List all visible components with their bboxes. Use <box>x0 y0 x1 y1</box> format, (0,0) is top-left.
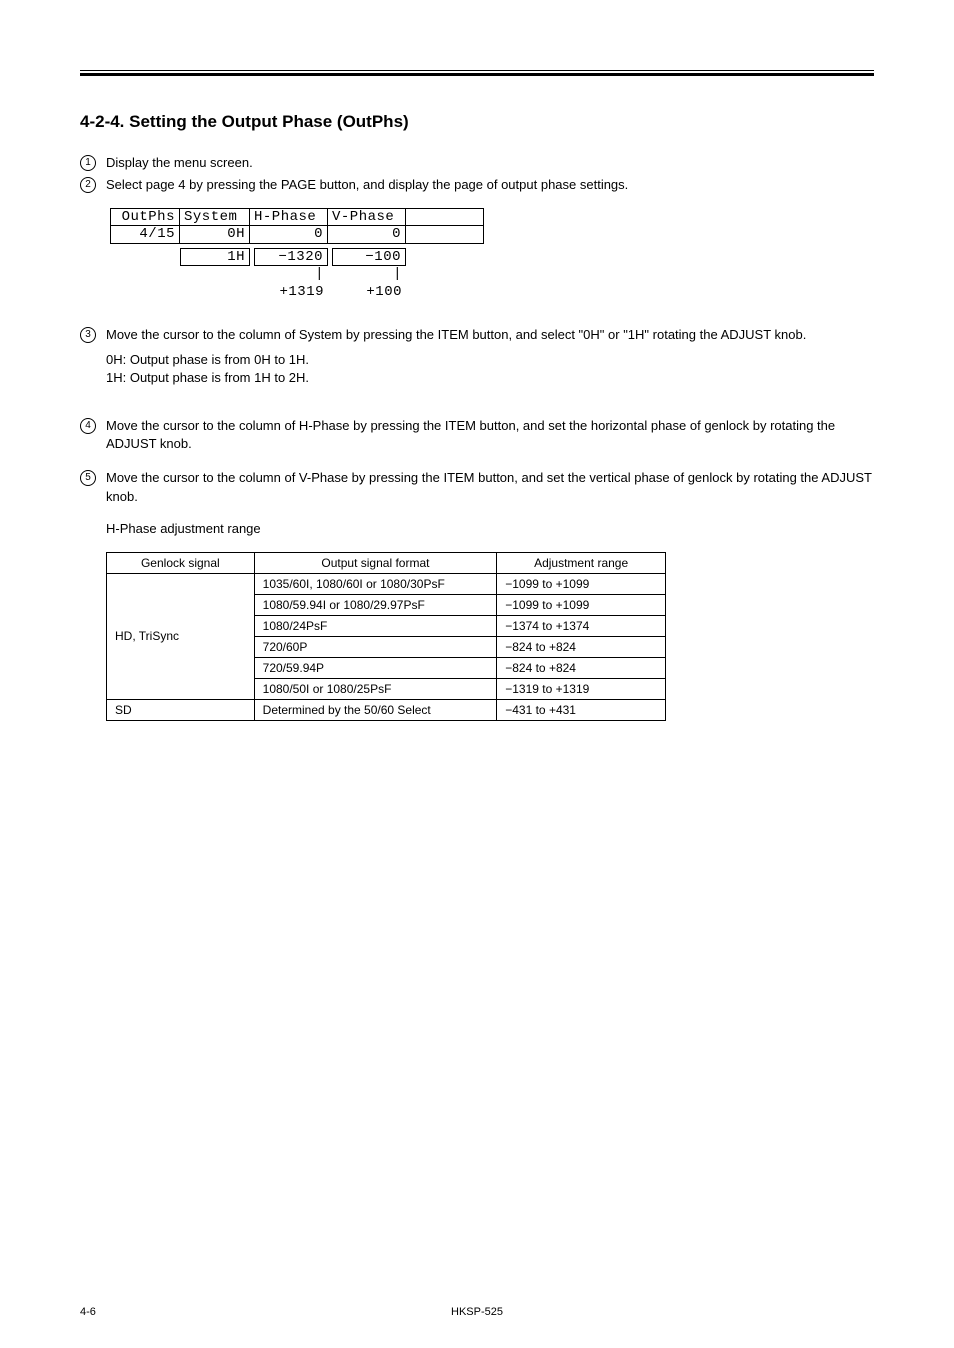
display-header-blank <box>406 208 484 226</box>
step-number-2-icon: 2 <box>80 177 96 193</box>
display-header-system: System <box>180 208 250 226</box>
display-val-blank <box>406 226 484 244</box>
td-range: −431 to +431 <box>497 699 666 720</box>
display-val-vphase: 0 <box>328 226 406 244</box>
step-3-text: Move the cursor to the column of System … <box>106 326 874 344</box>
display-vphase-max: +100 <box>328 284 406 302</box>
display-range-row: 1H −1320 | +1319 −100 | +100 <box>180 248 500 302</box>
step-5-text: Move the cursor to the column of V-Phase… <box>106 470 872 503</box>
step-3-note-1h: 1H: Output phase is from 1H to 2H. <box>106 369 874 387</box>
th-format: Output signal format <box>254 552 497 573</box>
step-number-4-icon: 4 <box>80 418 96 434</box>
display-vphase-min: −100 <box>332 248 406 266</box>
step-3-note-0h: 0H: Output phase is from 0H to 1H. <box>106 351 874 369</box>
td-range: −824 to +824 <box>497 657 666 678</box>
display-hphase-max: +1319 <box>250 284 328 302</box>
step-4: 4 Move the cursor to the column of H-Pha… <box>80 417 874 453</box>
td-range: −1319 to +1319 <box>497 678 666 699</box>
step-1-text: Display the menu screen. <box>106 154 874 172</box>
td-format: 1080/50I or 1080/25PsF <box>254 678 497 699</box>
h-range-caption: H-Phase adjustment range <box>106 520 874 538</box>
step-5: 5 Move the cursor to the column of V-Pha… <box>80 469 874 538</box>
footer-doc-title: HKSP-525 <box>451 1306 503 1318</box>
display-alt-system: 1H <box>180 248 250 266</box>
display-header-outphs: OutPhs <box>110 208 180 226</box>
display-hphase-min: −1320 <box>254 248 328 266</box>
step-number-5-icon: 5 <box>80 470 96 486</box>
footer-page-number: 4-6 <box>80 1306 96 1318</box>
display-header-vphase: V-Phase <box>328 208 406 226</box>
step-1: 1 Display the menu screen. <box>80 154 874 172</box>
td-format: 720/60P <box>254 636 497 657</box>
display-val-hphase: 0 <box>250 226 328 244</box>
step-2-text: Select page 4 by pressing the PAGE butto… <box>106 176 874 194</box>
step-number-3-icon: 3 <box>80 327 96 343</box>
td-genlock-sd: SD <box>107 699 255 720</box>
pipe-icon: | <box>328 266 406 284</box>
divider-thick <box>80 73 874 76</box>
th-range: Adjustment range <box>497 552 666 573</box>
divider-thin <box>80 70 874 71</box>
td-genlock-hd: HD, TriSync <box>107 573 255 699</box>
step-number-1-icon: 1 <box>80 155 96 171</box>
hphase-range-table: Genlock signal Output signal format Adju… <box>106 552 666 721</box>
display-panel: OutPhs System H-Phase V-Phase 4/15 0H 0 … <box>110 208 500 302</box>
td-format: 1080/24PsF <box>254 615 497 636</box>
display-header-hphase: H-Phase <box>250 208 328 226</box>
td-format: 1080/59.94I or 1080/29.97PsF <box>254 594 497 615</box>
step-3-notes: 0H: Output phase is from 0H to 1H. 1H: O… <box>106 351 874 387</box>
td-range: −1099 to +1099 <box>497 573 666 594</box>
table-row: HD, TriSync 1035/60I, 1080/60I or 1080/3… <box>107 573 666 594</box>
step-2: 2 Select page 4 by pressing the PAGE but… <box>80 176 874 194</box>
td-format: Determined by the 50/60 Select <box>254 699 497 720</box>
display-val-system: 0H <box>180 226 250 244</box>
table-header-row: Genlock signal Output signal format Adju… <box>107 552 666 573</box>
pipe-icon: | <box>250 266 328 284</box>
td-range: −1374 to +1374 <box>497 615 666 636</box>
step-4-text: Move the cursor to the column of H-Phase… <box>106 417 874 453</box>
section-title: 4-2-4. Setting the Output Phase (OutPhs) <box>80 112 874 132</box>
td-range: −1099 to +1099 <box>497 594 666 615</box>
td-range: −824 to +824 <box>497 636 666 657</box>
step-3: 3 Move the cursor to the column of Syste… <box>80 326 874 344</box>
display-val-page: 4/15 <box>110 226 180 244</box>
td-format: 720/59.94P <box>254 657 497 678</box>
table-row: SD Determined by the 50/60 Select −431 t… <box>107 699 666 720</box>
th-genlock: Genlock signal <box>107 552 255 573</box>
td-format: 1035/60I, 1080/60I or 1080/30PsF <box>254 573 497 594</box>
